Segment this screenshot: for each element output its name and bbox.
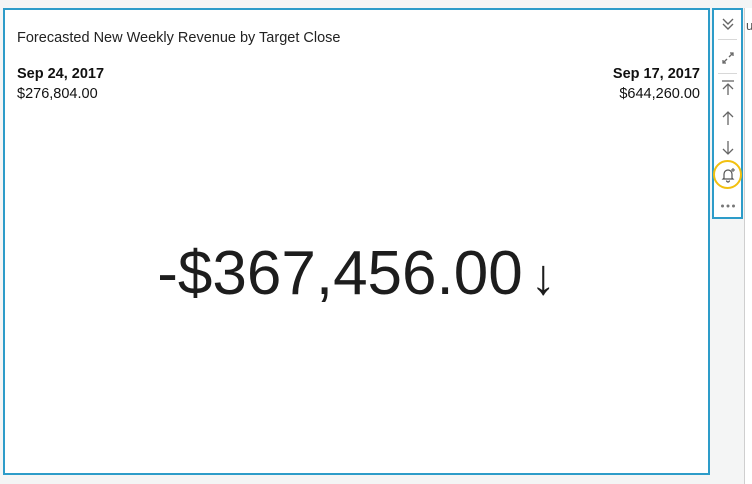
move-to-top-icon[interactable] xyxy=(714,76,741,100)
adjacent-visual-edge xyxy=(744,8,752,484)
collapse-menu-icon[interactable] xyxy=(714,12,741,36)
previous-period: Sep 17, 2017 $644,260.00 xyxy=(613,64,700,104)
visual-toolbar xyxy=(712,8,743,219)
expand-icon[interactable] xyxy=(714,46,741,70)
current-period-date: Sep 24, 2017 xyxy=(17,66,105,82)
kpi-value: -$367,456.00 xyxy=(157,239,523,308)
previous-period-date: Sep 17, 2017 xyxy=(612,66,700,82)
move-down-icon[interactable] xyxy=(714,136,741,160)
kpi-visual-card[interactable]: Forecasted New Weekly Revenue by Target … xyxy=(3,8,710,475)
current-period-value: $276,804.00 xyxy=(17,86,98,102)
adjacent-visual-text: u xyxy=(746,18,752,33)
current-period: Sep 24, 2017 $276,804.00 xyxy=(17,64,104,104)
toolbar-divider xyxy=(718,73,737,74)
kpi-main-value-row: -$367,456.00 ↓ xyxy=(5,238,708,313)
visual-title: Forecasted New Weekly Revenue by Target … xyxy=(17,30,341,46)
more-options-icon[interactable] xyxy=(714,194,741,218)
move-up-icon[interactable] xyxy=(714,106,741,130)
previous-period-value: $644,260.00 xyxy=(619,86,700,102)
toolbar-divider xyxy=(718,39,737,40)
down-arrow-icon: ↓ xyxy=(530,249,556,305)
alert-bell-icon[interactable] xyxy=(714,163,741,187)
